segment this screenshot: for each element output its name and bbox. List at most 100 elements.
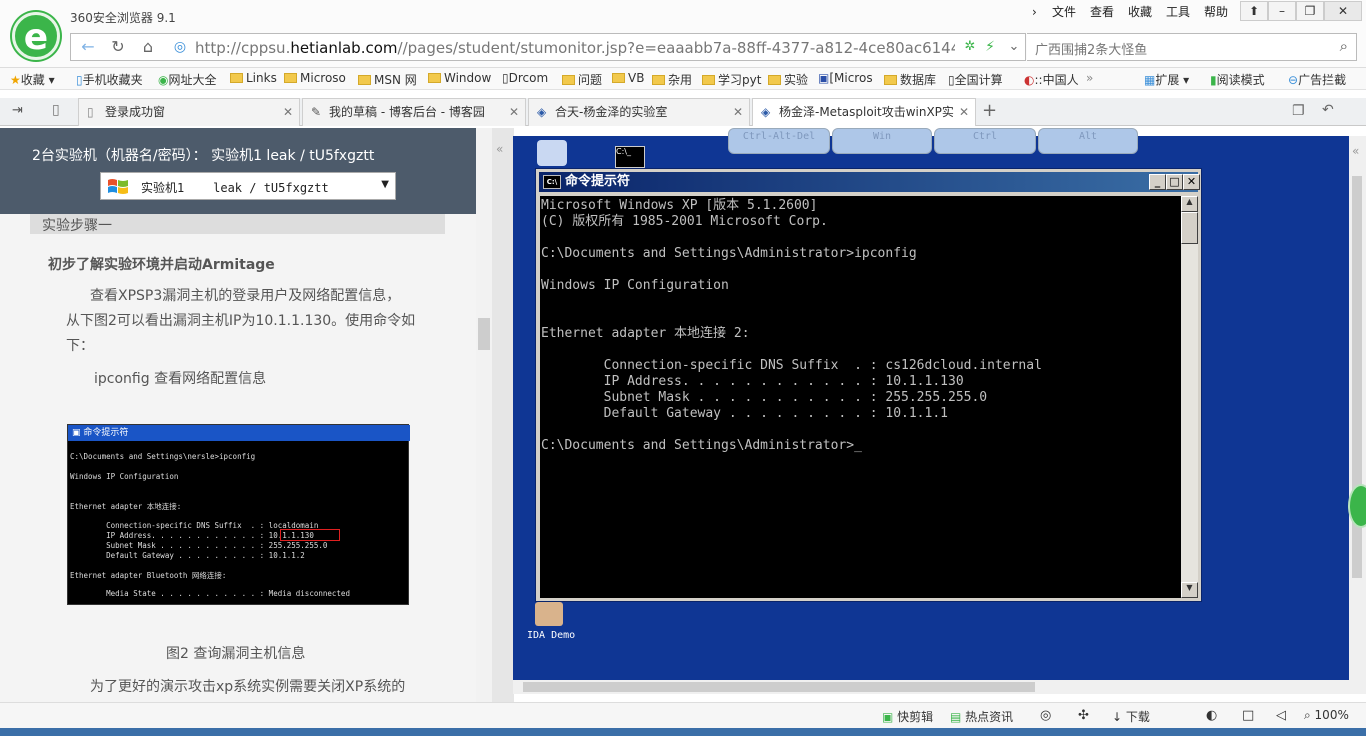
minimize-button[interactable]: – — [1268, 1, 1296, 21]
left-scrollbar[interactable] — [476, 128, 492, 702]
collapse-left-icon[interactable]: « — [496, 142, 503, 156]
ctrl-key[interactable]: Ctrl — [934, 128, 1036, 154]
tab-login[interactable]: ▯ 登录成功窗 ✕ — [78, 98, 300, 126]
alt-key[interactable]: Alt — [1038, 128, 1138, 154]
bookmark-item[interactable]: ▯手机收藏夹 — [76, 71, 143, 88]
paragraph-line: 查看XPSP3漏洞主机的登录用户及网络配置信息， — [90, 288, 401, 304]
cmd-scroll-thumb[interactable] — [1181, 212, 1198, 244]
bookmark-folder[interactable]: 杂用 — [652, 71, 692, 88]
remote-v-scrollbar[interactable]: « — [1349, 136, 1366, 694]
remote-h-scroll-thumb[interactable] — [523, 682, 1035, 692]
bookmark-folder[interactable]: 数据库 — [884, 71, 936, 88]
close-tab-icon[interactable]: ✕ — [733, 99, 743, 125]
cmd-titlebar[interactable]: C:\ 命令提示符 _ □ ✕ — [539, 172, 1200, 192]
machine-select[interactable]: 实验机1 leak / tU5fxgztt ▼ — [100, 172, 396, 200]
desktop-icon-ida[interactable] — [535, 602, 563, 626]
remote-h-scrollbar[interactable] — [513, 680, 1349, 694]
cmd-minimize-button[interactable]: _ — [1149, 174, 1166, 190]
close-tab-icon[interactable]: ✕ — [509, 99, 519, 125]
reading-mode-button[interactable]: ▮阅读模式 — [1210, 71, 1265, 88]
dropdown-icon[interactable]: ⌄ — [999, 34, 1029, 60]
win-key[interactable]: Win — [832, 128, 932, 154]
pin-icon[interactable]: ⬆ — [1240, 1, 1268, 21]
steps-header[interactable]: 实验步骤一 — [30, 214, 445, 234]
tools-icon[interactable]: ✣ — [1078, 708, 1089, 723]
tab-metasploit[interactable]: ◈ 杨金泽-Metasploit攻击winXP实 ✕ — [752, 98, 976, 126]
ctrl-alt-del-key[interactable]: Ctrl-Alt-Del — [728, 128, 830, 154]
cmd-output[interactable]: Microsoft Windows XP [版本 5.1.2600] (C) 版… — [540, 196, 1181, 598]
back-icon[interactable]: ← — [73, 34, 103, 60]
menu-file[interactable]: 文件 — [1052, 3, 1076, 21]
cmd-maximize-button[interactable]: □ — [1166, 174, 1183, 190]
cmd-icon: C:\ — [543, 175, 561, 189]
download-button[interactable]: ↓ 下载 — [1112, 708, 1150, 725]
quick-edit-button[interactable]: ▣ 快剪辑 — [882, 708, 933, 725]
undo-close-icon[interactable]: ↶ — [1322, 102, 1334, 118]
left-scroll-thumb[interactable] — [478, 318, 490, 350]
ipconfig-screenshot: ▣ 命令提示符 C:\Documents and Settings\nersle… — [67, 424, 410, 605]
network-icon[interactable]: ◎ — [1040, 708, 1051, 723]
menu-help[interactable]: 帮助 — [1204, 3, 1228, 21]
bookmark-folder[interactable]: Microso — [284, 71, 346, 85]
restore-tabs-icon[interactable]: ❐ — [1292, 103, 1305, 119]
grid-icon: ▦ — [1144, 73, 1156, 87]
bookmark-item[interactable]: ▯Drcom — [502, 71, 548, 85]
search-input[interactable]: 广西围捕2条大怪鱼 — [1035, 39, 1147, 58]
download-icon: ↓ — [1112, 710, 1126, 724]
zoom-control[interactable]: ⌕ 100% — [1304, 708, 1349, 723]
new-tab-button[interactable]: + — [982, 100, 997, 121]
folder-icon — [230, 73, 243, 83]
menu-favorites[interactable]: 收藏 — [1128, 3, 1152, 21]
shield-icon: ◈ — [761, 105, 771, 119]
cmd-line: (C) 版权所有 1985-2001 Microsoft Corp. — [541, 214, 828, 229]
url-input[interactable]: http://cppsu.hetianlab.com//pages/studen… — [195, 39, 955, 57]
extensions-button[interactable]: ▦扩展 ▾ — [1144, 71, 1189, 88]
menu-view[interactable]: 查看 — [1090, 3, 1114, 21]
bookmark-folder[interactable]: 学习pyt — [702, 71, 761, 88]
bookmark-folder[interactable]: MSN 网 — [358, 71, 417, 88]
cmd-line: Subnet Mask . . . . . . . . . . . : 255.… — [541, 390, 988, 405]
sidebar-toggle-icon[interactable]: ⇥ — [12, 103, 23, 118]
refresh-icon[interactable]: ↻ — [103, 34, 133, 60]
tab-lab[interactable]: ◈ 合天-杨金泽的实验室 ✕ — [528, 98, 750, 126]
bookmark-folder[interactable]: Window — [428, 71, 491, 85]
bookmark-folder[interactable]: 问题 — [562, 71, 602, 88]
restore-button[interactable]: ❐ — [1296, 1, 1324, 21]
folder-icon — [652, 75, 665, 85]
expand-menu-icon[interactable]: › — [1032, 3, 1037, 21]
collapse-right-icon[interactable]: « — [1352, 144, 1359, 158]
hot-news-button[interactable]: ▤ 热点资讯 — [950, 708, 1013, 725]
more-bookmarks-icon[interactable]: » — [1086, 71, 1093, 85]
menu-tools[interactable]: 工具 — [1166, 3, 1190, 21]
close-button[interactable]: ✕ — [1324, 1, 1362, 21]
bookmark-item[interactable]: ◐::中国人 — [1024, 71, 1079, 88]
bin-icon[interactable]: ▯ — [52, 102, 60, 118]
search-box[interactable]: 广西围捕2条大怪鱼 ⌕ — [1027, 33, 1357, 61]
search-icon[interactable]: ⌕ — [1340, 37, 1348, 55]
mute-icon[interactable]: ◁ — [1276, 708, 1286, 723]
scroll-up-icon[interactable]: ▲ — [1181, 196, 1198, 212]
page-icon: ▯ — [502, 71, 509, 85]
scroll-down-icon[interactable]: ▼ — [1181, 582, 1198, 598]
bookmark-item[interactable]: ▣[Micros — [818, 71, 873, 85]
bookmark-item[interactable]: ▯全国计算 — [948, 71, 1003, 88]
bookmark-favorites[interactable]: ★收藏 ▾ — [10, 71, 55, 88]
window-icon[interactable]: □ — [1242, 708, 1254, 723]
bookmark-folder[interactable]: Links — [230, 71, 277, 85]
bookmark-folder[interactable]: VB — [612, 71, 644, 85]
tab-blog[interactable]: ✎ 我的草稿 - 博客后台 - 博客园 ✕ — [302, 98, 526, 126]
close-tab-icon[interactable]: ✕ — [283, 99, 293, 125]
desktop-icon-cmd[interactable]: C:\_ — [615, 146, 645, 168]
cmd-scrollbar[interactable]: ▲ ▼ — [1181, 196, 1198, 598]
desktop-icon-folder[interactable] — [537, 140, 567, 166]
folder-icon — [612, 73, 625, 83]
browser-icon[interactable]: ◐ — [1206, 708, 1217, 723]
home-icon[interactable]: ⌂ — [133, 34, 163, 60]
cmd-window[interactable]: C:\ 命令提示符 _ □ ✕ Microsoft Windows XP [版本… — [535, 168, 1202, 602]
close-tab-icon[interactable]: ✕ — [958, 99, 969, 125]
bookmark-folder[interactable]: 实验 — [768, 71, 808, 88]
bookmark-item[interactable]: ◉网址大全 — [158, 71, 217, 88]
adblock-button[interactable]: ⊖广告拦截 — [1288, 71, 1346, 88]
page-icon: ▯ — [87, 105, 94, 119]
cmd-close-button[interactable]: ✕ — [1183, 174, 1200, 190]
